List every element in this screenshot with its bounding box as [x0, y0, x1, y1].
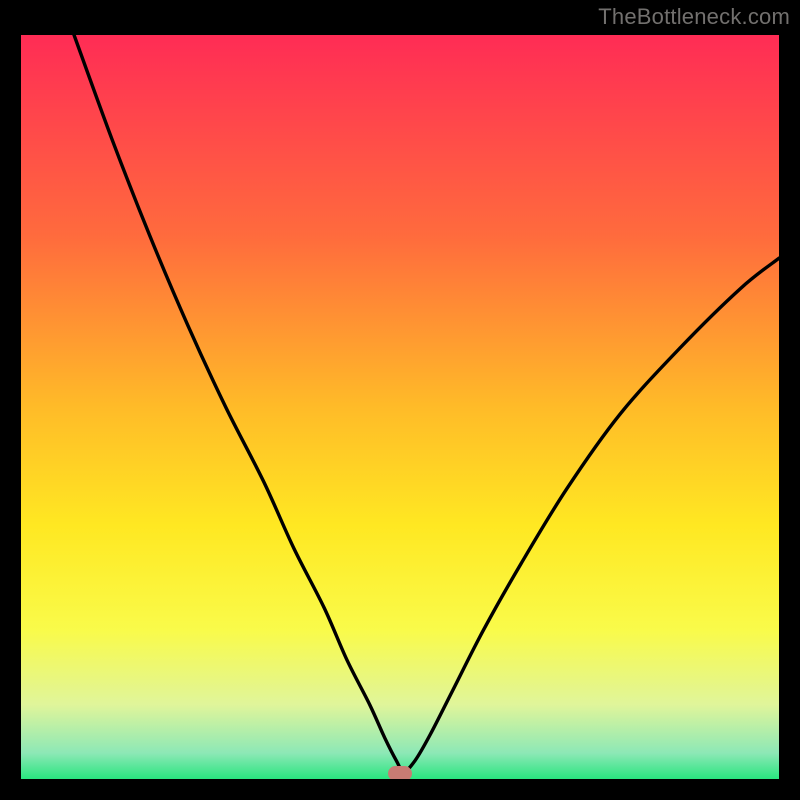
bottleneck-curve — [21, 35, 779, 779]
chart-container: TheBottleneck.com — [0, 0, 800, 800]
watermark-text: TheBottleneck.com — [598, 4, 790, 30]
plot-area — [21, 35, 779, 779]
optimal-marker — [388, 766, 412, 779]
